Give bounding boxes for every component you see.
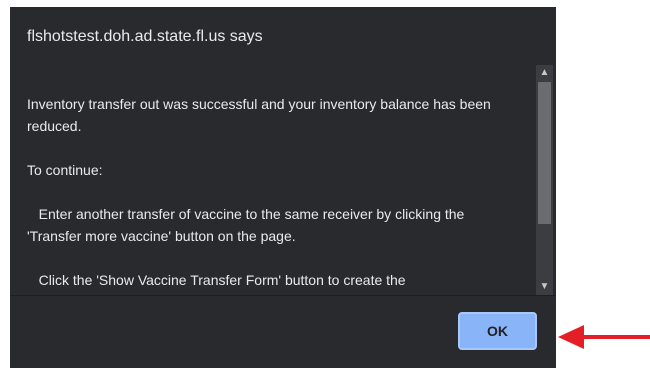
message-paragraph: To continue: — [27, 162, 103, 178]
dialog-title: flshotstest.doh.ad.state.fl.us says — [27, 28, 263, 45]
message-paragraph: Enter another transfer of vaccine to the… — [27, 206, 469, 244]
message-paragraph: Click the 'Show Vaccine Transfer Form' b… — [27, 272, 406, 288]
scrollbar-thumb[interactable] — [538, 82, 551, 224]
message-paragraph: Inventory transfer out was successful an… — [27, 96, 495, 134]
message-scroll-area[interactable]: Inventory transfer out was successful an… — [10, 59, 556, 295]
chevron-up-icon[interactable]: ▲ — [536, 65, 553, 81]
footer-divider — [10, 295, 556, 296]
message-text: Inventory transfer out was successful an… — [27, 93, 522, 295]
vertical-scrollbar[interactable]: ▲ ▼ — [536, 65, 553, 295]
left-arrow-icon — [558, 325, 650, 349]
ok-button[interactable]: OK — [458, 312, 537, 350]
chevron-down-icon[interactable]: ▼ — [536, 279, 553, 295]
alert-dialog: flshotstest.doh.ad.state.fl.us says Inve… — [10, 7, 556, 368]
